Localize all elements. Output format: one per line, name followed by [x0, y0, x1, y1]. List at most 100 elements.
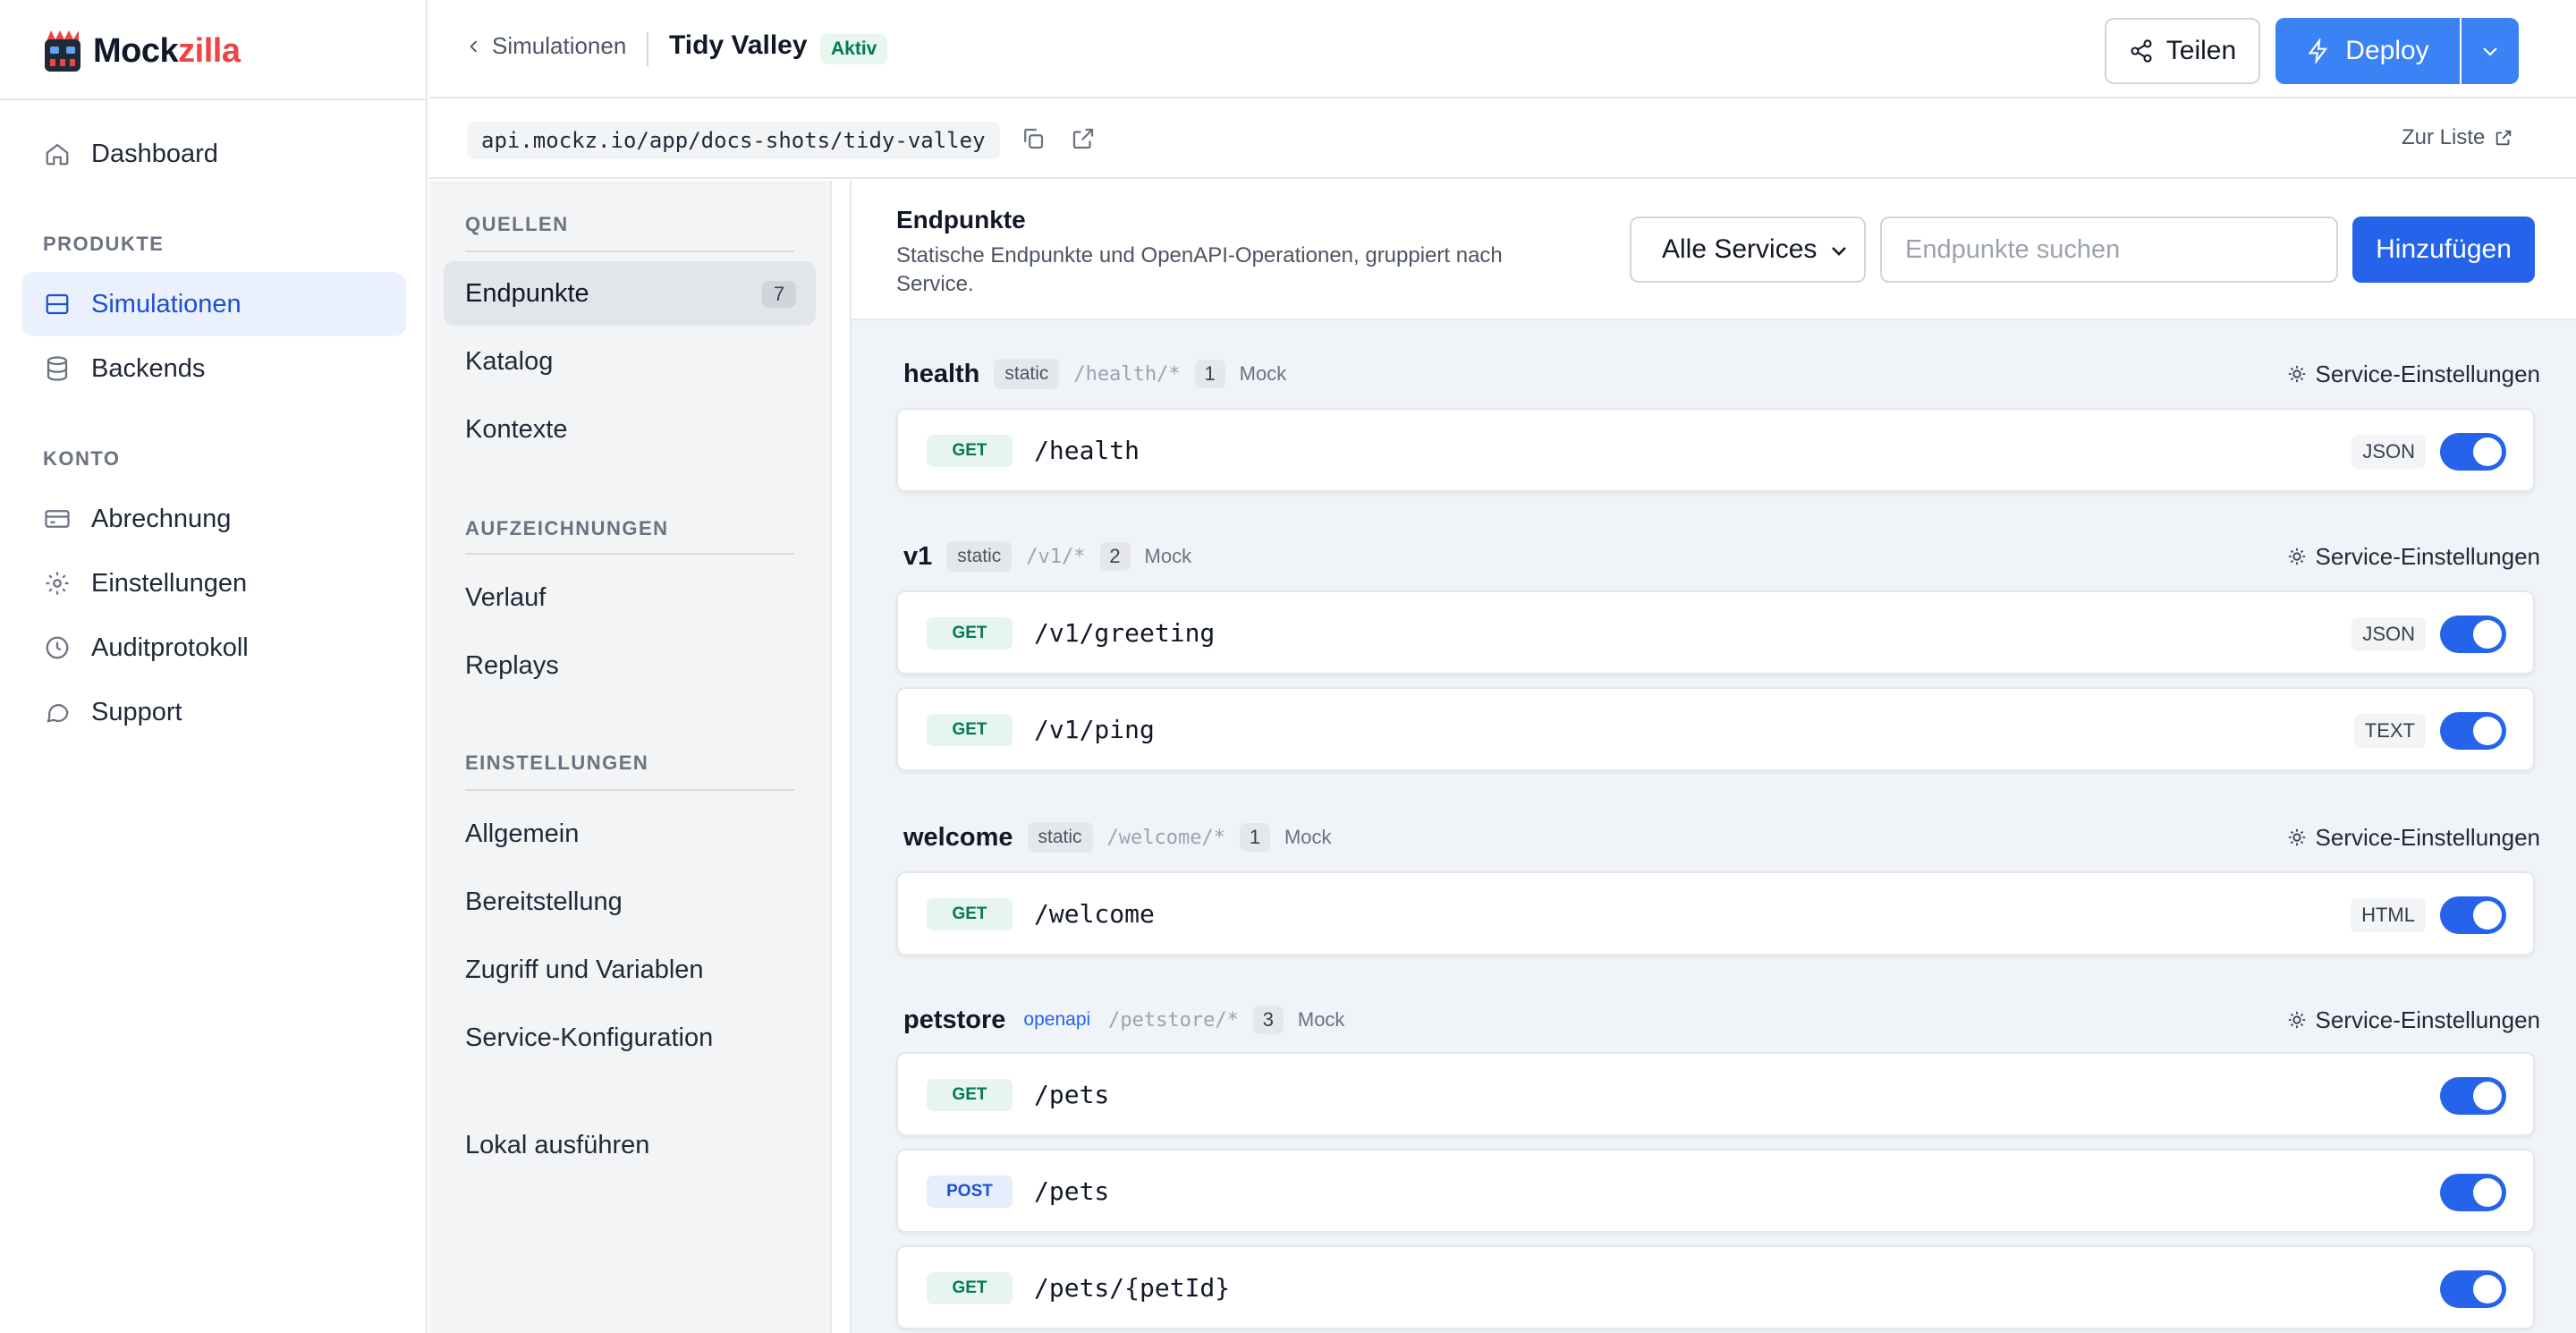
- subnav-item-label: Replays: [465, 650, 559, 680]
- endpoint-count-badge: 7: [762, 281, 796, 308]
- endpoint-path: /pets: [1034, 1176, 1110, 1206]
- sidebar-item-simulationen[interactable]: Simulationen: [21, 272, 406, 336]
- subnav-section-aufzeichnungen: AUFZEICHNUNGEN: [465, 517, 669, 539]
- endpoint-path: /health: [1034, 436, 1140, 465]
- subnav-divider: [465, 250, 794, 252]
- service-settings-label: Service-Einstellungen: [2315, 542, 2540, 570]
- chat-icon: [43, 698, 72, 726]
- service-group-header: health static /health/* 1 Mock Service-E…: [903, 356, 2540, 392]
- chevron-down-icon: [1832, 247, 1846, 256]
- deploy-options-button[interactable]: [2462, 18, 2519, 84]
- service-settings-label: Service-Einstellungen: [2315, 360, 2540, 387]
- endpoint-enabled-toggle[interactable]: [2440, 433, 2506, 471]
- endpoint-count: 1: [1194, 360, 1225, 388]
- service-group-header: petstore openapi /petstore/* 3 Mock Serv…: [903, 1002, 2540, 1038]
- subnav-item-label: Lokal ausführen: [465, 1130, 650, 1159]
- breadcrumb-back-link[interactable]: Simulationen: [465, 32, 626, 60]
- service-settings-button[interactable]: Service-Einstellungen: [2287, 1002, 2540, 1038]
- gear-icon: [43, 569, 72, 598]
- sidebar-item-dashboard[interactable]: Dashboard: [21, 122, 406, 186]
- service-settings-button[interactable]: Service-Einstellungen: [2287, 819, 2540, 855]
- endpoint-row[interactable]: GET /v1/ping TEXT: [896, 687, 2535, 771]
- subnav-item-endpunkte[interactable]: Endpunkte 7: [444, 261, 816, 326]
- http-method-badge: GET: [927, 435, 1013, 467]
- endpoint-row[interactable]: GET /pets/{petId}: [896, 1245, 2535, 1329]
- subnav-item-lokal-ausfuehren[interactable]: Lokal ausführen: [444, 1113, 816, 1177]
- service-settings-button[interactable]: Service-Einstellungen: [2287, 356, 2540, 392]
- endpoint-row[interactable]: POST /pets: [896, 1149, 2535, 1233]
- sun-gear-icon: [2288, 548, 2305, 565]
- subnav-item-label: Service-Konfiguration: [465, 1023, 714, 1052]
- sun-gear-icon: [2288, 365, 2305, 383]
- endpoint-row[interactable]: GET /pets: [896, 1052, 2535, 1136]
- service-type-badge: openapi: [1023, 1009, 1091, 1030]
- response-format-badge: HTML: [2351, 898, 2426, 932]
- sun-gear-icon: [2288, 1011, 2305, 1029]
- endpoint-enabled-toggle[interactable]: [2440, 1174, 2506, 1211]
- logo[interactable]: Mockzilla: [43, 27, 241, 75]
- sidebar-item-einstellungen[interactable]: Einstellungen: [21, 551, 406, 616]
- sidebar-section-produkte: PRODUKTE: [43, 233, 165, 255]
- subnav-item-verlauf[interactable]: Verlauf: [444, 565, 816, 630]
- subnav-item-label: Bereitstellung: [465, 887, 623, 916]
- to-list-link[interactable]: Zur Liste: [2402, 125, 2513, 150]
- http-method-badge: GET: [927, 898, 1013, 930]
- deploy-button[interactable]: Deploy: [2275, 18, 2460, 84]
- share-button[interactable]: Teilen: [2105, 18, 2260, 84]
- subnav-item-allgemein[interactable]: Allgemein: [444, 802, 816, 866]
- http-method-badge: GET: [927, 1079, 1013, 1111]
- service-name: v1: [903, 541, 933, 571]
- subnav-divider: [465, 553, 794, 555]
- subnav-item-zugriff-und-variablen[interactable]: Zugriff und Variablen: [444, 938, 816, 1002]
- page-title: Tidy Valley: [669, 30, 808, 60]
- service-mode: Mock: [1144, 545, 1192, 567]
- subnav-item-replays[interactable]: Replays: [444, 633, 816, 698]
- external-link-icon[interactable]: [1070, 125, 1100, 156]
- subnav-section-quellen: QUELLEN: [465, 213, 569, 235]
- subnav-item-service-konfiguration[interactable]: Service-Konfiguration: [444, 1006, 816, 1070]
- sidebar-item-label: Abrechnung: [91, 504, 232, 533]
- endpoint-path: /pets/{petId}: [1034, 1273, 1231, 1303]
- sidebar-item-label: Backends: [91, 353, 206, 383]
- status-badge: Aktiv: [820, 34, 888, 64]
- endpoint-count: 2: [1099, 542, 1131, 571]
- endpoint-enabled-toggle[interactable]: [2440, 1270, 2506, 1308]
- subnav-item-bereitstellung[interactable]: Bereitstellung: [444, 870, 816, 934]
- service-prefix: /health/*: [1073, 362, 1181, 386]
- subnav-item-kontexte[interactable]: Kontexte: [444, 397, 816, 462]
- chevron-left-icon: [470, 40, 478, 52]
- endpoint-enabled-toggle[interactable]: [2440, 1077, 2506, 1115]
- subnav-item-label: Endpunkte: [465, 278, 589, 308]
- sidebar-item-backends[interactable]: Backends: [21, 336, 406, 401]
- endpoint-enabled-toggle[interactable]: [2440, 616, 2506, 653]
- endpoint-enabled-toggle[interactable]: [2440, 712, 2506, 750]
- http-method-badge: GET: [927, 617, 1013, 650]
- lightning-icon: [2308, 38, 2328, 64]
- service-filter-select[interactable]: Alle Services: [1630, 217, 1866, 283]
- database-icon: [43, 354, 72, 383]
- toggle-knob: [2473, 901, 2502, 930]
- service-type-badge: static: [946, 541, 1013, 572]
- endpoint-row[interactable]: GET /welcome HTML: [896, 871, 2535, 955]
- endpoint-row[interactable]: GET /v1/greeting JSON: [896, 590, 2535, 675]
- endpoint-enabled-toggle[interactable]: [2440, 896, 2506, 934]
- copy-icon[interactable]: [1020, 125, 1050, 156]
- service-name: health: [903, 359, 980, 388]
- add-endpoint-button[interactable]: Hinzufügen: [2352, 217, 2535, 283]
- endpoint-search-input[interactable]: [1880, 217, 2338, 283]
- response-format-badge: JSON: [2351, 435, 2426, 469]
- endpoint-row[interactable]: GET /health JSON: [896, 408, 2535, 492]
- service-settings-button[interactable]: Service-Einstellungen: [2287, 539, 2540, 574]
- service-filter-value: Alle Services: [1662, 234, 1818, 264]
- subnav-item-katalog[interactable]: Katalog: [444, 329, 816, 394]
- chevron-down-icon: [2483, 47, 2497, 56]
- sun-gear-icon: [2288, 828, 2305, 846]
- sidebar-item-support[interactable]: Support: [21, 680, 406, 744]
- share-icon: [2131, 39, 2152, 63]
- endpoint-count: 1: [1239, 823, 1270, 852]
- share-label: Teilen: [2165, 36, 2237, 65]
- layout-icon: [43, 290, 72, 318]
- endpoint-path: /v1/ping: [1034, 715, 1155, 744]
- sidebar-item-auditprotokoll[interactable]: Auditprotokoll: [21, 616, 406, 680]
- sidebar-item-abrechnung[interactable]: Abrechnung: [21, 487, 406, 551]
